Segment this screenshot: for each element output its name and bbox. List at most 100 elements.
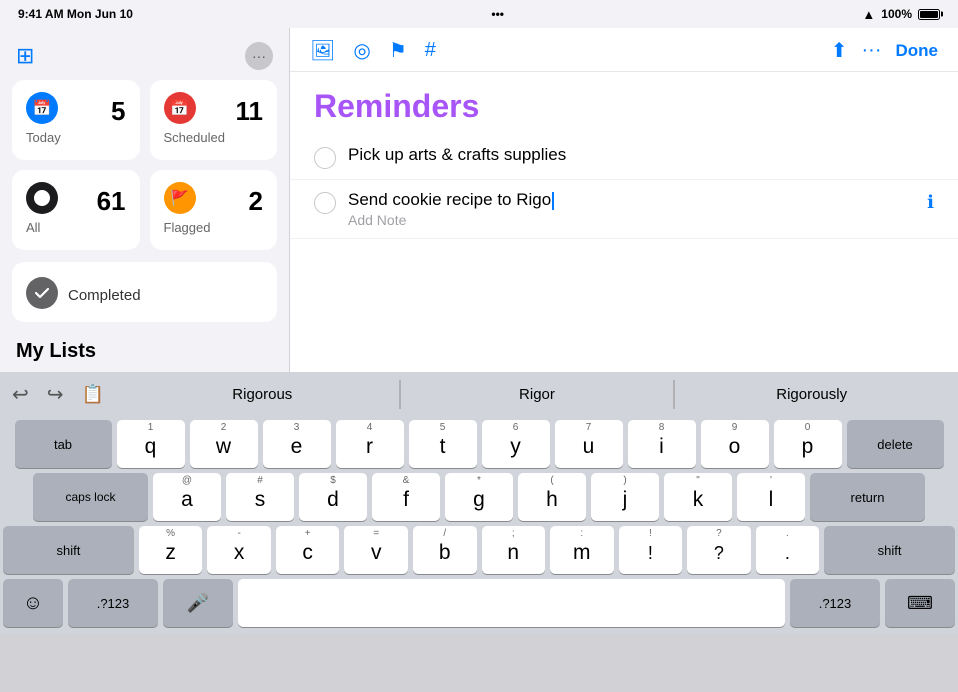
key-row-2: caps lock @a #s $d &f *g (h )j "k 'l ret… bbox=[3, 473, 955, 521]
info-icon-2[interactable]: ℹ bbox=[927, 192, 934, 213]
today-icon: 📅 bbox=[26, 92, 58, 124]
smart-list-all[interactable]: 61 All bbox=[12, 170, 140, 250]
status-right: ▲ 100% bbox=[862, 7, 940, 22]
location-icon[interactable]: ◎ bbox=[353, 38, 370, 63]
m-key[interactable]: :m bbox=[550, 526, 614, 574]
toolbar: 🖼 ◎ ⚑ # ⬆ ··· Done bbox=[290, 28, 958, 72]
flagged-label: Flagged bbox=[164, 220, 264, 235]
status-center: ••• bbox=[491, 7, 504, 21]
p-key[interactable]: 0p bbox=[774, 420, 842, 468]
all-icon bbox=[26, 182, 58, 214]
period-key[interactable]: .. bbox=[756, 526, 820, 574]
y-key[interactable]: 6y bbox=[482, 420, 550, 468]
redo-button[interactable]: ↪ bbox=[43, 378, 68, 411]
shift-left-key[interactable]: shift bbox=[3, 526, 134, 574]
sidebar-panel-icon[interactable]: ⊞ bbox=[16, 43, 34, 69]
reminder-item-2[interactable]: Send cookie recipe to Rigo Add Note ℹ bbox=[290, 180, 958, 239]
x-key[interactable]: -x bbox=[207, 526, 271, 574]
reminder-circle-2[interactable] bbox=[314, 192, 336, 214]
i-key[interactable]: 8i bbox=[628, 420, 696, 468]
undo-button[interactable]: ↩ bbox=[8, 378, 33, 411]
completed-icon bbox=[26, 277, 58, 309]
smart-list-scheduled[interactable]: 📅 11 Scheduled bbox=[150, 80, 278, 160]
scheduled-label: Scheduled bbox=[164, 130, 264, 145]
status-time: 9:41 AM Mon Jun 10 bbox=[18, 7, 133, 21]
suggestion-3[interactable]: Rigorously bbox=[674, 380, 948, 409]
w-key[interactable]: 2w bbox=[190, 420, 258, 468]
h-key[interactable]: (h bbox=[518, 473, 586, 521]
reminder-item-1[interactable]: Pick up arts & crafts supplies bbox=[290, 135, 958, 180]
suggestion-1[interactable]: Rigorous bbox=[126, 380, 400, 409]
a-key[interactable]: @a bbox=[153, 473, 221, 521]
numpad-toggle-key[interactable]: .?123 bbox=[68, 579, 158, 627]
r-key[interactable]: 4r bbox=[336, 420, 404, 468]
f-key[interactable]: &f bbox=[372, 473, 440, 521]
wifi-icon: ▲ bbox=[862, 7, 875, 22]
reminder-text-2: Send cookie recipe to Rigo bbox=[348, 190, 915, 210]
smart-list-flagged[interactable]: 🚩 2 Flagged bbox=[150, 170, 278, 250]
suggestion-2[interactable]: Rigor bbox=[400, 380, 675, 409]
key-row-3: shift %z -x +c =v /b ;n :m !! ?? .. shif… bbox=[3, 526, 955, 574]
flag-icon[interactable]: ⚑ bbox=[389, 38, 407, 63]
k-key[interactable]: "k bbox=[664, 473, 732, 521]
reminder-text-block-2: Send cookie recipe to Rigo Add Note bbox=[348, 190, 915, 228]
tab-key[interactable]: tab bbox=[15, 420, 112, 468]
toolbar-left: 🖼 ◎ ⚑ # bbox=[310, 38, 436, 63]
autocorrect-suggestions: Rigorous Rigor Rigorously bbox=[116, 380, 958, 409]
numpad-toggle-key-2[interactable]: .?123 bbox=[790, 579, 880, 627]
t-key[interactable]: 5t bbox=[409, 420, 477, 468]
question-key[interactable]: ?? bbox=[687, 526, 751, 574]
c-key[interactable]: +c bbox=[276, 526, 340, 574]
j-key[interactable]: )j bbox=[591, 473, 659, 521]
l-key[interactable]: 'l bbox=[737, 473, 805, 521]
paste-button[interactable]: 📋 bbox=[78, 380, 108, 409]
reminder-circle-1[interactable] bbox=[314, 147, 336, 169]
more-icon[interactable]: ··· bbox=[862, 39, 882, 62]
done-button[interactable]: Done bbox=[896, 41, 939, 61]
reminder-note-2[interactable]: Add Note bbox=[348, 212, 915, 228]
d-key[interactable]: $d bbox=[299, 473, 367, 521]
n-key[interactable]: ;n bbox=[482, 526, 546, 574]
shift-right-key[interactable]: shift bbox=[824, 526, 955, 574]
b-key[interactable]: /b bbox=[413, 526, 477, 574]
today-count: 5 bbox=[111, 98, 125, 124]
u-key[interactable]: 7u bbox=[555, 420, 623, 468]
keyboard-rows: tab 1q 2w 3e 4r 5t 6y 7u 8i 9o 0p delete… bbox=[0, 416, 958, 634]
key-row-4: ☺ .?123 🎤 .?123 ⌨ bbox=[3, 579, 955, 627]
e-key[interactable]: 3e bbox=[263, 420, 331, 468]
v-key[interactable]: =v bbox=[344, 526, 408, 574]
toolbar-right: ⬆ ··· Done bbox=[831, 38, 938, 63]
sidebar-ellipsis-button[interactable]: ··· bbox=[245, 42, 273, 70]
z-key[interactable]: %z bbox=[139, 526, 203, 574]
smart-list-today[interactable]: 📅 5 Today bbox=[12, 80, 140, 160]
share-icon[interactable]: ⬆ bbox=[831, 38, 848, 63]
all-label: All bbox=[26, 220, 126, 235]
keyboard-area: ↩ ↪ 📋 Rigorous Rigor Rigorously tab 1q 2… bbox=[0, 372, 958, 692]
smart-list-completed[interactable]: Completed bbox=[12, 262, 277, 322]
q-key[interactable]: 1q bbox=[117, 420, 185, 468]
battery-pct: 100% bbox=[881, 7, 912, 21]
return-key[interactable]: return bbox=[810, 473, 925, 521]
scheduled-icon: 📅 bbox=[164, 92, 196, 124]
o-key[interactable]: 9o bbox=[701, 420, 769, 468]
scheduled-count: 11 bbox=[236, 98, 264, 124]
reminders-title: Reminders bbox=[290, 72, 958, 135]
all-count: 61 bbox=[97, 188, 126, 214]
mic-key[interactable]: 🎤 bbox=[163, 579, 233, 627]
hashtag-icon[interactable]: # bbox=[425, 39, 436, 62]
s-key[interactable]: #s bbox=[226, 473, 294, 521]
space-key[interactable] bbox=[238, 579, 785, 627]
image-icon[interactable]: 🖼 bbox=[310, 38, 335, 63]
key-row-1: tab 1q 2w 3e 4r 5t 6y 7u 8i 9o 0p delete bbox=[3, 420, 955, 468]
g-key[interactable]: *g bbox=[445, 473, 513, 521]
hide-keyboard-key[interactable]: ⌨ bbox=[885, 579, 955, 627]
my-lists-header: My Lists bbox=[0, 334, 289, 367]
emoji-key[interactable]: ☺ bbox=[3, 579, 63, 627]
capslock-key[interactable]: caps lock bbox=[33, 473, 148, 521]
smart-lists-grid: 📅 5 Today 📅 11 Scheduled 61 All 🚩 bbox=[0, 80, 289, 262]
flagged-icon: 🚩 bbox=[164, 182, 196, 214]
delete-key[interactable]: delete bbox=[847, 420, 944, 468]
exclamation-key[interactable]: !! bbox=[619, 526, 683, 574]
battery-icon bbox=[918, 9, 940, 20]
undo-redo-area: ↩ ↪ 📋 bbox=[0, 378, 116, 411]
